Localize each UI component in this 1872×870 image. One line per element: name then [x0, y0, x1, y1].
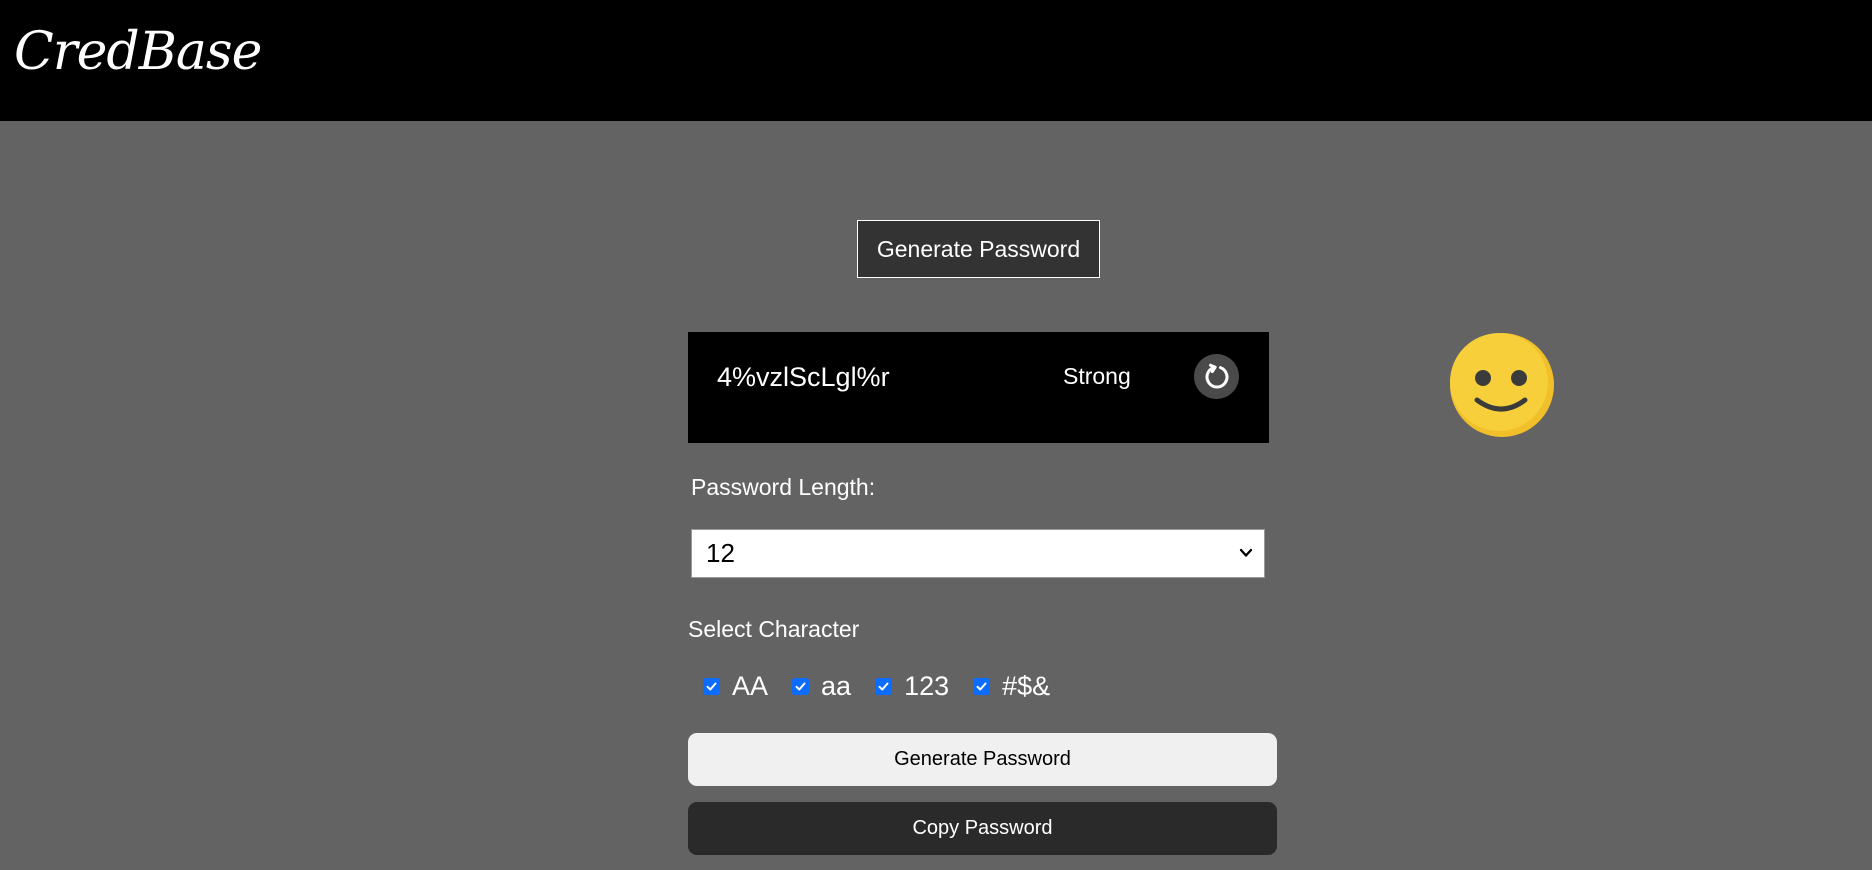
copy-password-button[interactable]: Copy Password [688, 802, 1277, 855]
generate-password-title-button[interactable]: Generate Password [857, 220, 1100, 278]
password-result-panel: 4%vzlScLgl%r Strong [688, 332, 1269, 443]
character-options: AA aa 123 #$& [703, 670, 1074, 702]
password-strength: Strong [1063, 363, 1131, 389]
uppercase-label: AA [732, 670, 769, 701]
generated-password: 4%vzlScLgl%r [717, 362, 890, 392]
option-symbols: #$& [973, 671, 1050, 702]
generate-password-button[interactable]: Generate Password [688, 733, 1277, 786]
symbols-checkbox[interactable] [973, 677, 991, 695]
app-logo[interactable]: CredBase [14, 26, 262, 78]
checkmark-icon [878, 682, 889, 690]
checkmark-icon [976, 682, 987, 690]
lowercase-checkbox[interactable] [792, 677, 810, 695]
smiley-face-icon [1450, 333, 1554, 437]
symbols-label: #$& [1002, 670, 1051, 701]
password-length-value: 12 [706, 538, 735, 568]
option-lowercase: aa [792, 671, 851, 702]
app-header: CredBase [0, 0, 1872, 121]
numbers-label: 123 [904, 670, 950, 701]
option-numbers: 123 [875, 671, 949, 702]
numbers-checkbox[interactable] [875, 677, 893, 695]
checkmark-icon [706, 682, 717, 690]
lowercase-label: aa [821, 670, 852, 701]
refresh-button[interactable] [1194, 354, 1239, 399]
password-length-select[interactable]: 12 [691, 529, 1265, 578]
chevron-down-icon [1239, 548, 1253, 557]
strength-smiley [1449, 332, 1555, 438]
option-uppercase: AA [703, 671, 768, 702]
checkmark-icon [795, 682, 806, 690]
select-character-label: Select Character [688, 616, 860, 642]
uppercase-checkbox[interactable] [703, 677, 720, 695]
refresh-icon [1205, 363, 1228, 388]
password-length-label: Password Length: [691, 474, 876, 500]
